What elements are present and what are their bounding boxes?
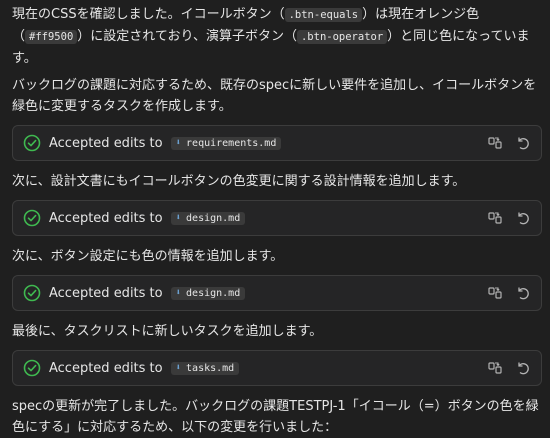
card-label: Accepted edits to	[49, 285, 163, 301]
revert-icon[interactable]	[515, 285, 531, 301]
intro-paragraph: 現在のCSSを確認しました。イコールボタン（ .btn-equals ）は現在オレン…	[12, 4, 542, 69]
markdown-file-icon: ⬇	[175, 288, 182, 298]
check-circle-icon	[23, 359, 41, 377]
revert-icon[interactable]	[515, 135, 531, 151]
check-circle-icon	[23, 134, 41, 152]
revert-icon[interactable]	[515, 210, 531, 226]
markdown-file-icon: ⬇	[175, 213, 182, 223]
compare-icon[interactable]	[487, 285, 503, 301]
card-label: Accepted edits to	[49, 135, 163, 151]
file-link[interactable]: ⬇ design.md	[170, 211, 246, 225]
check-circle-icon	[23, 209, 41, 227]
intro-text: ）に設定されており、演算子ボタン（	[77, 29, 297, 44]
card-label: Accepted edits to	[49, 210, 163, 226]
file-name: requirements.md	[186, 137, 277, 149]
accepted-edits-card[interactable]: Accepted edits to ⬇ design.md	[12, 200, 542, 236]
inline-code: #ff9500	[25, 30, 78, 44]
file-link[interactable]: ⬇ design.md	[170, 286, 246, 300]
markdown-file-icon: ⬇	[175, 138, 182, 148]
step-text: 次に、設計文書にもイコールボタンの色変更に関する設計情報を追加します。	[12, 174, 466, 189]
compare-icon[interactable]	[487, 210, 503, 226]
compare-icon[interactable]	[487, 135, 503, 151]
accepted-edits-card[interactable]: Accepted edits to ⬇ design.md	[12, 275, 542, 311]
file-link[interactable]: ⬇ tasks.md	[170, 361, 240, 375]
accepted-edits-card[interactable]: Accepted edits to ⬇ requirements.md	[12, 125, 542, 161]
card-label: Accepted edits to	[49, 360, 163, 376]
inline-code: .btn-equals	[284, 8, 363, 22]
step-text: 最後に、タスクリストに新しいタスクを追加します。	[12, 324, 323, 339]
revert-icon[interactable]	[515, 360, 531, 376]
step-text: 次に、ボタン設定にも色の情報を追加します。	[12, 249, 284, 264]
inline-code: .btn-operator	[296, 30, 388, 44]
file-name: design.md	[186, 212, 241, 224]
file-name: tasks.md	[186, 362, 235, 374]
markdown-file-icon: ⬇	[175, 363, 182, 373]
chat-transcript: 現在のCSSを確認しました。イコールボタン（ .btn-equals ）は現在オレン…	[0, 0, 550, 438]
final-paragraph: specの更新が完了しました。バックログの課題TESTPJ-1「イコール（=）ボ…	[12, 399, 539, 435]
accepted-edits-card[interactable]: Accepted edits to ⬇ tasks.md	[12, 350, 542, 386]
plan-paragraph: バックログの課題に対応するため、既存のspecに新しい要件を追加し、イコールボタ…	[12, 78, 537, 114]
file-link[interactable]: ⬇ requirements.md	[170, 136, 282, 150]
compare-icon[interactable]	[487, 360, 503, 376]
intro-text: 現在のCSSを確認しました。イコールボタン（	[12, 7, 285, 22]
check-circle-icon	[23, 284, 41, 302]
file-name: design.md	[186, 287, 241, 299]
